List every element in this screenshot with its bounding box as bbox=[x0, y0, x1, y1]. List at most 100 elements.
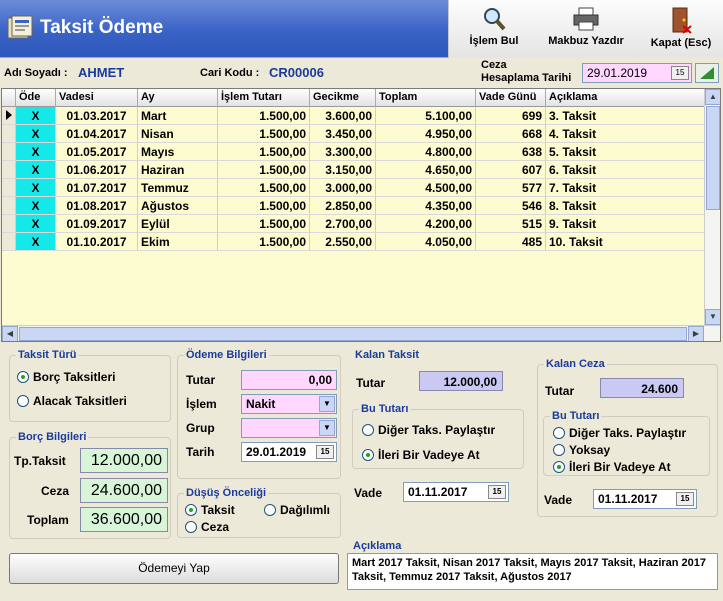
deduction-priority-group: Düşüş Önceliği Taksit Dağılımlı Ceza bbox=[177, 487, 341, 538]
debt-installments-radio[interactable]: Borç Taksitleri bbox=[17, 370, 115, 384]
customer-code-label: Cari Kodu : bbox=[200, 67, 260, 79]
calendar-icon[interactable]: 15 bbox=[671, 66, 689, 80]
pay-cell[interactable]: X bbox=[16, 233, 56, 251]
radio-selected-icon bbox=[185, 504, 197, 516]
row-indicator bbox=[2, 179, 16, 197]
total-cell: 5.100,00 bbox=[376, 107, 476, 125]
penalty-forward-radio[interactable]: İleri Bir Vadeye At bbox=[553, 460, 671, 474]
scroll-up-icon[interactable]: ▲ bbox=[705, 89, 720, 105]
description-textarea[interactable]: Mart 2017 Taksit, Nisan 2017 Taksit, May… bbox=[347, 553, 718, 590]
delay-cell: 3.450,00 bbox=[310, 125, 376, 143]
table-row[interactable]: X 01.08.2017 Ağustos 1.500,00 2.850,00 4.350,… bbox=[2, 197, 706, 215]
remaining-installment-title: Kalan Taksit bbox=[353, 349, 421, 361]
due-days-cell: 638 bbox=[476, 143, 546, 161]
search-button[interactable]: İşlem Bul bbox=[459, 0, 529, 58]
installment-forward-radio[interactable]: İleri Bir Vadeye At bbox=[362, 448, 480, 462]
priority-distributed-radio[interactable]: Dağılımlı bbox=[264, 503, 330, 517]
transaction-select[interactable]: Nakit ▼ bbox=[241, 394, 337, 414]
close-button[interactable]: Kapat (Esc) bbox=[641, 0, 721, 58]
row-indicator bbox=[2, 215, 16, 233]
pay-cell[interactable]: X bbox=[16, 161, 56, 179]
total-cell: 4.200,00 bbox=[376, 215, 476, 233]
customer-name-label: Adı Soyadı : bbox=[4, 67, 68, 79]
radio-selected-icon bbox=[17, 371, 29, 383]
pay-cell[interactable]: X bbox=[16, 107, 56, 125]
table-row[interactable]: X 01.06.2017 Haziran 1.500,00 3.150,00 4.650,… bbox=[2, 161, 706, 179]
chevron-down-icon[interactable]: ▼ bbox=[319, 420, 335, 436]
column-header[interactable]: Öde bbox=[16, 89, 56, 107]
installments-table: Öde Vadesi Ay İşlem Tutarı Gecikme Topla… bbox=[1, 88, 721, 342]
scroll-right-icon[interactable]: ▶ bbox=[688, 326, 704, 341]
table-row[interactable]: X 01.04.2017 Nisan 1.500,00 3.450,00 4.950,00… bbox=[2, 125, 706, 143]
pay-cell[interactable]: X bbox=[16, 125, 56, 143]
penalty-ignore-radio[interactable]: Yoksay bbox=[553, 443, 610, 457]
column-header[interactable]: İşlem Tutarı bbox=[218, 89, 310, 107]
remaining-installment-group: Kalan Taksit Tutar 12.000,00 Bu Tutarı D… bbox=[347, 349, 529, 516]
delay-cell: 3.150,00 bbox=[310, 161, 376, 179]
amount-input[interactable]: 0,00 bbox=[241, 370, 337, 390]
scroll-thumb[interactable] bbox=[19, 327, 687, 341]
priority-installment-radio[interactable]: Taksit bbox=[185, 503, 235, 517]
chevron-down-icon[interactable]: ▼ bbox=[319, 396, 335, 412]
priority-penalty-radio[interactable]: Ceza bbox=[185, 520, 229, 534]
total-cell: 4.500,00 bbox=[376, 179, 476, 197]
column-header[interactable]: Ay bbox=[138, 89, 218, 107]
refresh-button[interactable] bbox=[695, 63, 719, 83]
payment-info-title: Ödeme Bilgileri bbox=[184, 349, 269, 361]
penalty-label: Ceza bbox=[41, 484, 70, 498]
due-date-cell: 01.09.2017 bbox=[56, 215, 138, 233]
credit-installments-radio[interactable]: Alacak Taksitleri bbox=[17, 394, 127, 408]
calendar-icon[interactable]: 15 bbox=[488, 485, 506, 499]
description-cell: 5. Taksit bbox=[546, 143, 706, 161]
scroll-down-icon[interactable]: ▼ bbox=[705, 309, 720, 325]
pay-cell[interactable]: X bbox=[16, 215, 56, 233]
penalty-forward-label: İleri Bir Vadeye At bbox=[569, 460, 671, 474]
penalty-share-radio[interactable]: Diğer Taks. Paylaştır bbox=[553, 426, 686, 440]
penalty-date-field[interactable]: 29.01.2019 15 bbox=[582, 63, 692, 83]
radio-icon bbox=[553, 427, 565, 439]
table-row[interactable]: X 01.09.2017 Eylül 1.500,00 2.700,00 4.200,00… bbox=[2, 215, 706, 233]
due-date-cell: 01.10.2017 bbox=[56, 233, 138, 251]
row-indicator bbox=[2, 197, 16, 215]
penalty-value: 24.600,00 bbox=[80, 478, 168, 503]
table-row[interactable]: X 01.07.2017 Temmuz 1.500,00 3.000,00 4.500,0… bbox=[2, 179, 706, 197]
month-cell: Mayıs bbox=[138, 143, 218, 161]
print-receipt-button[interactable]: Makbuz Yazdır bbox=[541, 0, 631, 58]
total-cell: 4.650,00 bbox=[376, 161, 476, 179]
column-header[interactable]: Toplam bbox=[376, 89, 476, 107]
amount-cell: 1.500,00 bbox=[218, 215, 310, 233]
installment-share-label: Diğer Taks. Paylaştır bbox=[378, 423, 496, 437]
table-row[interactable]: X 01.10.2017 Ekim 1.500,00 2.550,00 4.050,00 4… bbox=[2, 233, 706, 251]
total-cell: 4.350,00 bbox=[376, 197, 476, 215]
installment-forward-label: İleri Bir Vadeye At bbox=[378, 448, 480, 462]
calendar-icon[interactable]: 15 bbox=[316, 445, 334, 459]
calendar-icon[interactable]: 15 bbox=[676, 492, 694, 506]
column-header[interactable]: Gecikme bbox=[310, 89, 376, 107]
amount-cell: 1.500,00 bbox=[218, 107, 310, 125]
column-header[interactable]: Vade Günü bbox=[476, 89, 546, 107]
vertical-scrollbar[interactable]: ▲ ▼ bbox=[704, 89, 720, 325]
table-row[interactable]: X 01.03.2017 Mart 1.500,00 3.600,00 5.100,00 6… bbox=[2, 107, 706, 125]
pay-cell[interactable]: X bbox=[16, 197, 56, 215]
payment-date-field[interactable]: 29.01.2019 15 bbox=[241, 442, 337, 462]
horizontal-scrollbar[interactable]: ◀ ▶ bbox=[2, 325, 720, 341]
month-cell: Mart bbox=[138, 107, 218, 125]
debt-installments-label: Borç Taksitleri bbox=[33, 370, 116, 384]
installment-due-field[interactable]: 01.11.2017 15 bbox=[403, 482, 509, 502]
pay-cell[interactable]: X bbox=[16, 179, 56, 197]
penalty-ignore-label: Yoksay bbox=[569, 443, 611, 457]
delay-cell: 3.000,00 bbox=[310, 179, 376, 197]
column-header[interactable]: Vadesi bbox=[56, 89, 138, 107]
scroll-left-icon[interactable]: ◀ bbox=[2, 326, 18, 341]
make-payment-button[interactable]: Ödemeyi Yap bbox=[9, 553, 339, 584]
installment-type-title: Taksit Türü bbox=[16, 349, 79, 361]
delay-cell: 2.700,00 bbox=[310, 215, 376, 233]
due-days-cell: 485 bbox=[476, 233, 546, 251]
penalty-due-field[interactable]: 01.11.2017 15 bbox=[593, 489, 697, 509]
group-select[interactable]: ▼ bbox=[241, 418, 337, 438]
pay-cell[interactable]: X bbox=[16, 143, 56, 161]
installment-share-radio[interactable]: Diğer Taks. Paylaştır bbox=[362, 423, 495, 437]
column-header[interactable]: Açıklama bbox=[546, 89, 706, 107]
scroll-thumb[interactable] bbox=[706, 106, 720, 210]
table-row[interactable]: X 01.05.2017 Mayıs 1.500,00 3.300,00 4.800,00… bbox=[2, 143, 706, 161]
